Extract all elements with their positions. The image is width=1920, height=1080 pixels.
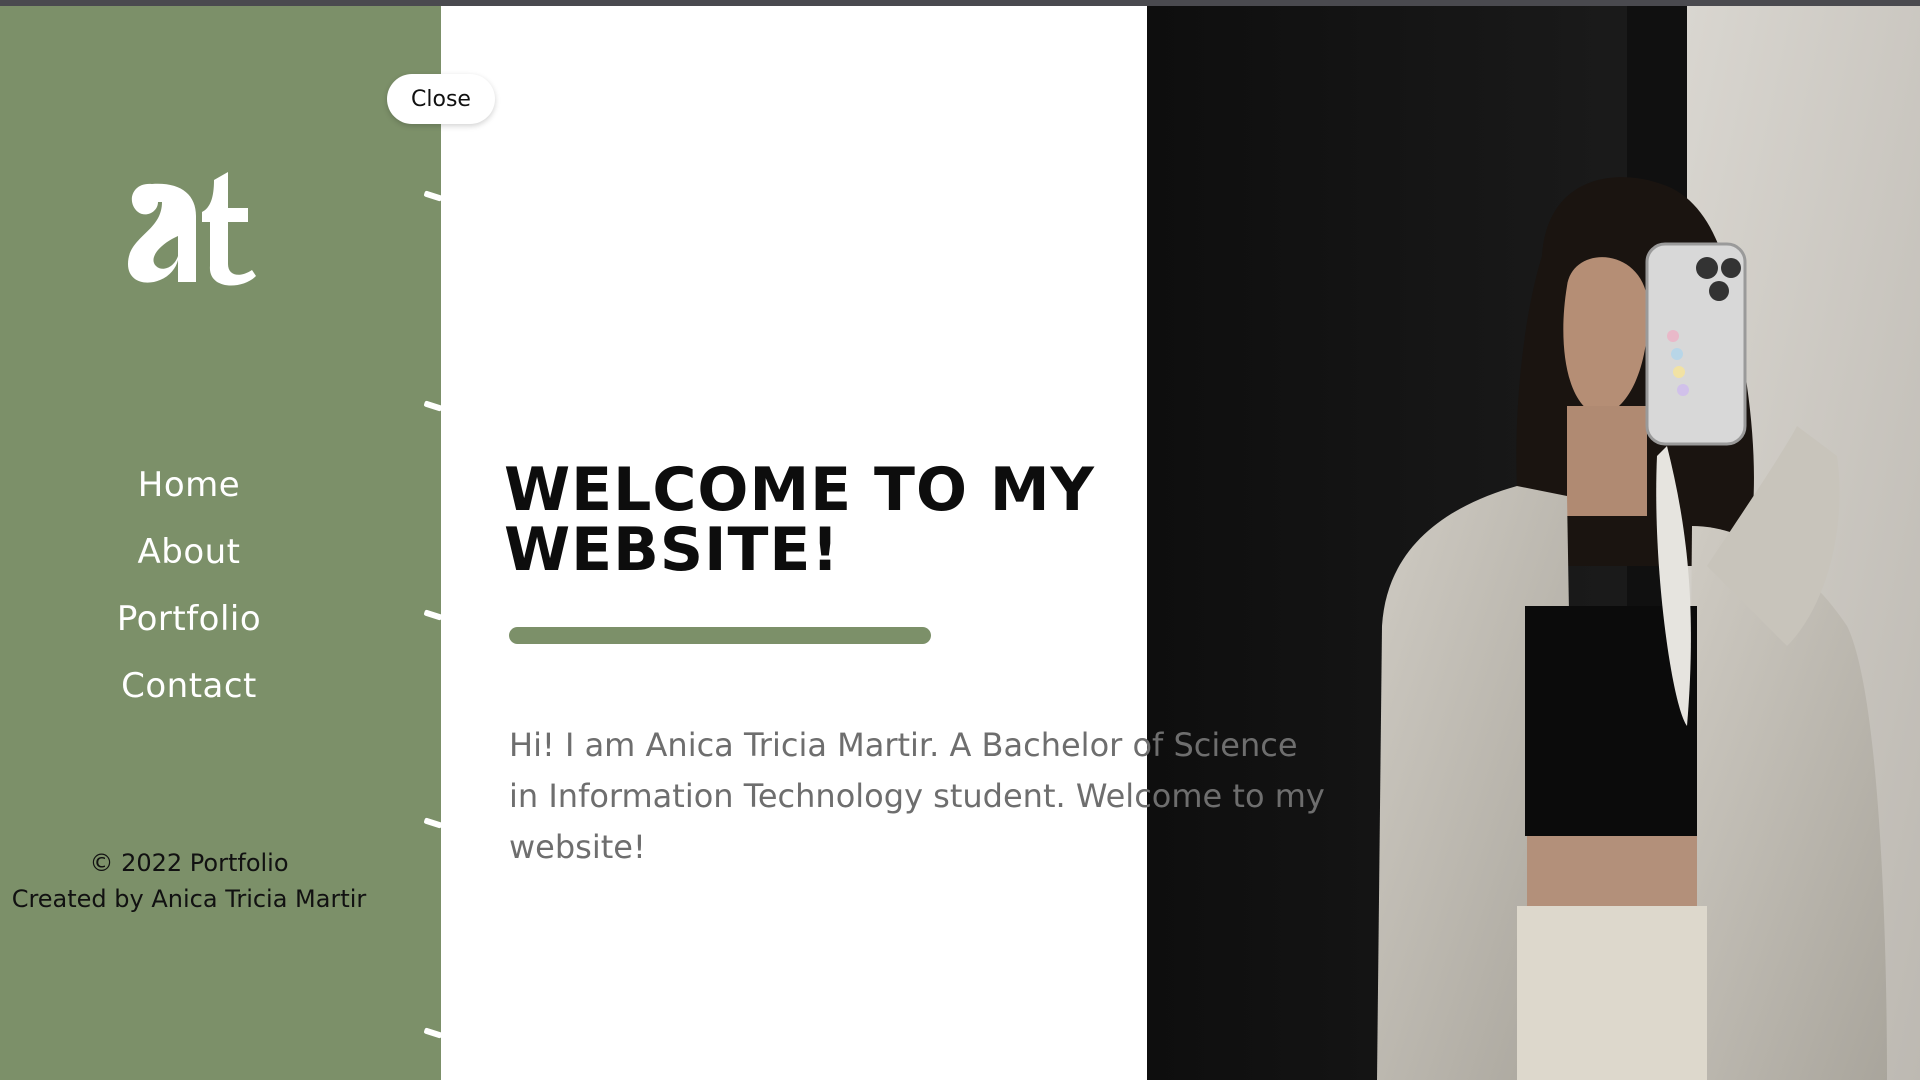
nav-item-about[interactable]: About	[137, 519, 240, 586]
portrait-photo-illustration	[1147, 6, 1920, 1080]
hero-photo	[1147, 6, 1920, 1080]
nav-item-home[interactable]: Home	[138, 452, 240, 519]
sidebar-footer: © 2022 Portfolio Created by Anica Tricia…	[0, 845, 378, 917]
close-button[interactable]: Close	[387, 74, 495, 124]
credit-text: Created by Anica Tricia Martir	[11, 885, 367, 913]
intro-paragraph: Hi! I am Anica Tricia Martir. A Bachelor…	[509, 726, 1325, 866]
logo-mark-icon	[128, 172, 256, 286]
page: Home About Portfolio Contact © 2022 Port…	[0, 0, 1920, 1080]
copyright-text: © 2022 Portfolio	[89, 849, 289, 877]
site-logo[interactable]	[122, 172, 272, 290]
title-underline	[509, 627, 931, 644]
main-nav: Home About Portfolio Contact	[0, 452, 378, 720]
nav-item-contact[interactable]: Contact	[121, 653, 257, 720]
page-title: WELCOME TO MY WEBSITE!	[504, 455, 1095, 585]
nav-item-portfolio[interactable]: Portfolio	[117, 586, 261, 653]
